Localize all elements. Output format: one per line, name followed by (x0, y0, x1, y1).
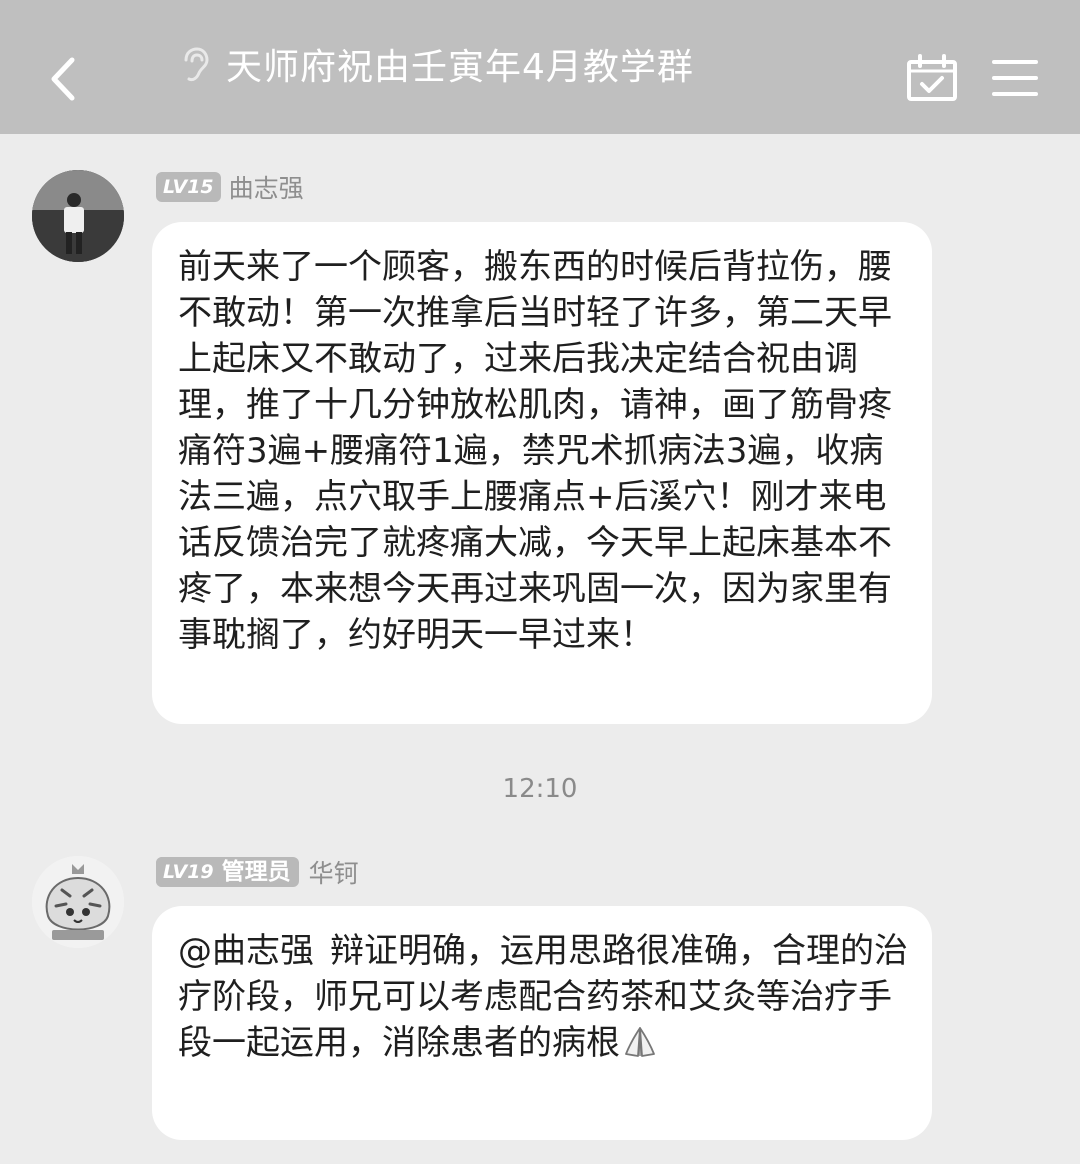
role-badge: 管理员 (221, 859, 291, 885)
message-text: 前天来了一个顾客，搬东西的时候后背拉伤，腰不敢动！第一次推拿后当时轻了许多，第二… (178, 247, 892, 655)
hamburger-menu-icon[interactable] (992, 58, 1038, 98)
message-bubble[interactable]: 前天来了一个顾客，搬东西的时候后背拉伤，腰不敢动！第一次推拿后当时轻了许多，第二… (152, 222, 932, 724)
ear-icon[interactable] (178, 46, 210, 84)
sender-name[interactable]: 华钶 (309, 854, 359, 890)
sender-line: LV19 管理员 华钶 (156, 855, 359, 889)
timestamp: 12:10 (502, 774, 578, 804)
message-bubble[interactable]: @曲志强 辩证明确，运用思路很准确，合理的治疗阶段，师兄可以考虑配合药茶和艾灸等治… (152, 906, 932, 1140)
message-text: @曲志强 辩证明确，运用思路很准确，合理的治疗阶段，师兄可以考虑配合药茶和艾灸等治… (178, 928, 912, 1066)
avatar[interactable] (32, 856, 124, 948)
sender-line: LV15 曲志强 (156, 170, 304, 204)
level-role-badge: LV19 管理员 (156, 857, 299, 887)
level-badge: LV19 (156, 857, 218, 887)
mention-link[interactable]: @曲志强 (178, 931, 314, 971)
pray-hands-icon (625, 1027, 655, 1057)
level-badge: LV15 (156, 172, 221, 202)
avatar-photo (32, 170, 124, 262)
chat-header: 天师府祝由壬寅年4月教学群 (0, 0, 1080, 134)
avatar-cartoon (32, 856, 124, 948)
sender-name[interactable]: 曲志强 (229, 169, 304, 205)
chevron-left-icon[interactable] (40, 52, 90, 106)
avatar[interactable] (32, 170, 124, 262)
chat-screen: 天师府祝由壬寅年4月教学群 LV15 曲志强 前天来了一个顾客，搬东西的时候后背… (0, 0, 1080, 1164)
page-title: 天师府祝由壬寅年4月教学群 (226, 47, 694, 88)
calendar-check-icon[interactable] (906, 54, 958, 102)
